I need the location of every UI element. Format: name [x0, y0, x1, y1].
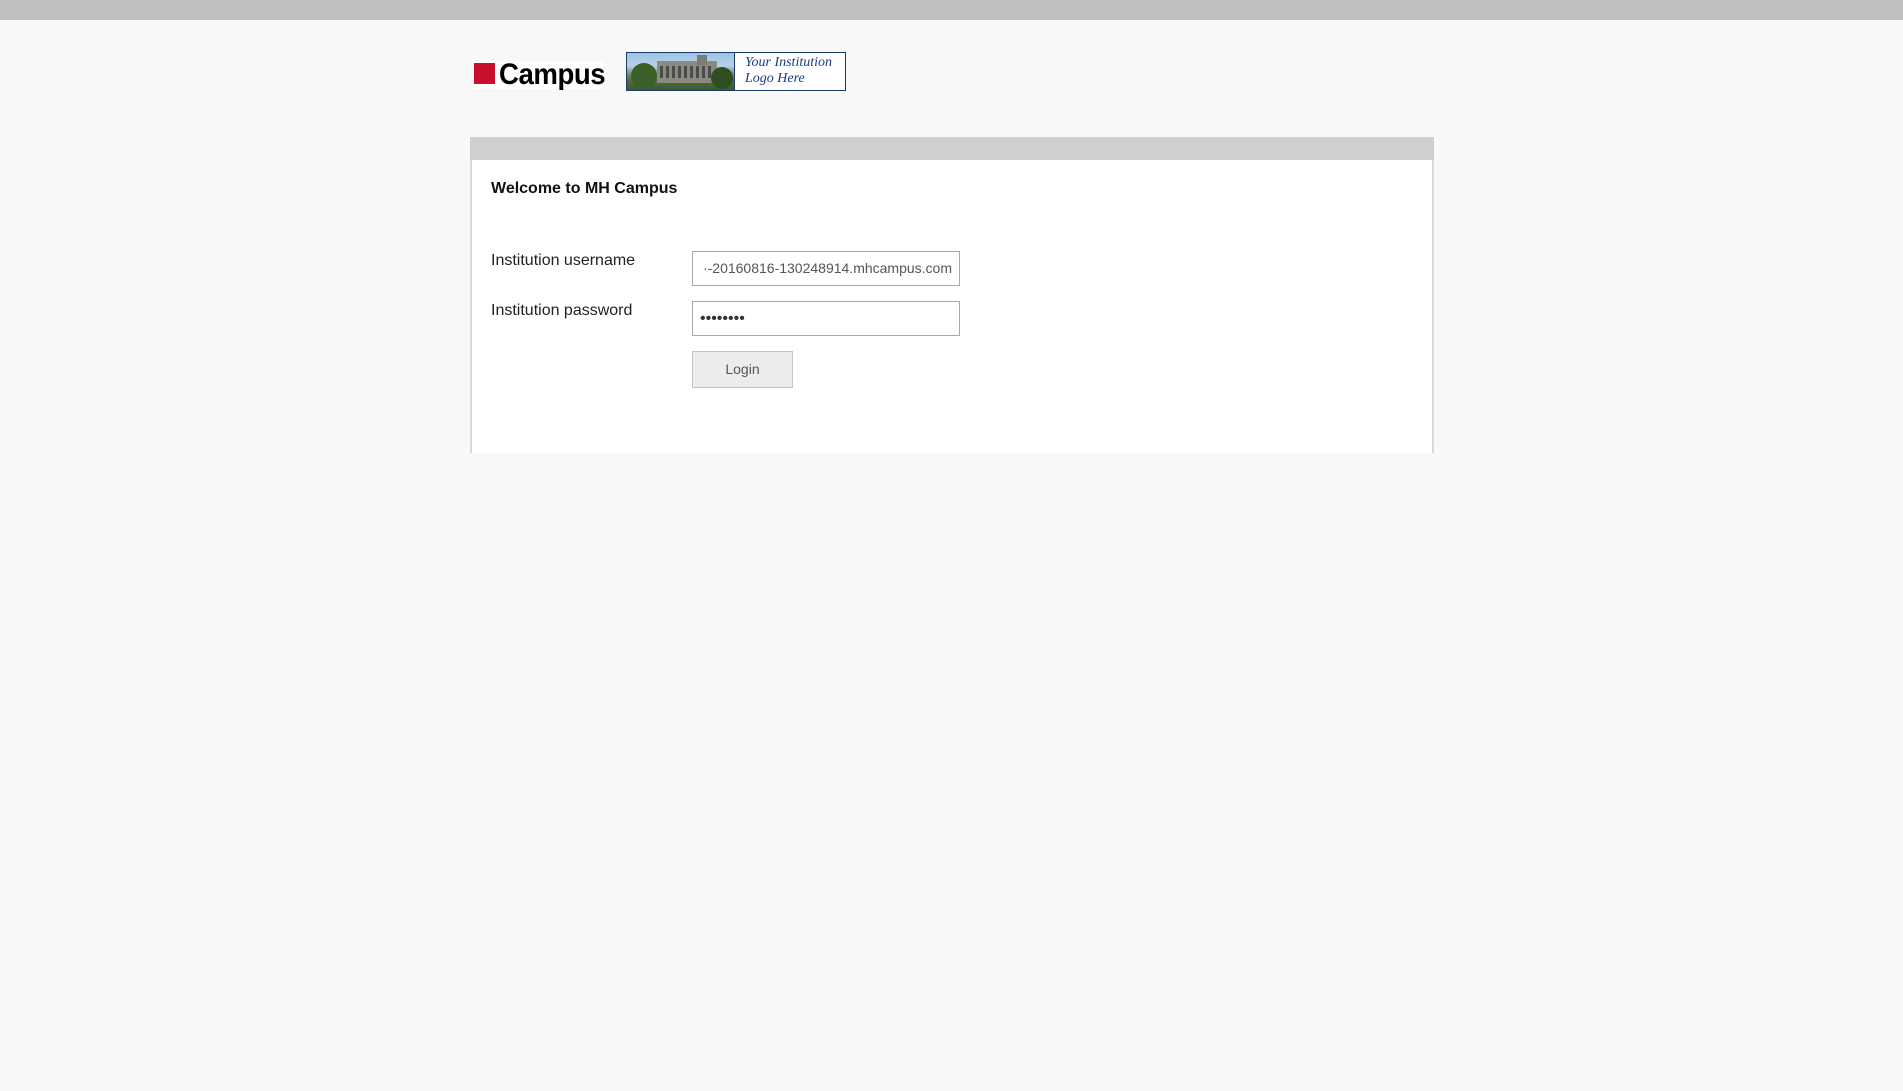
institution-logo-line2: Logo Here — [745, 71, 805, 86]
password-input[interactable]: •••••••• — [692, 301, 960, 336]
login-button[interactable]: Login — [692, 351, 793, 388]
institution-logo-text: Your Institution Logo Here — [745, 55, 832, 87]
mcgraw-hill-logo-icon — [474, 63, 495, 84]
password-label: Institution password — [491, 302, 633, 319]
username-label: Institution username — [491, 252, 636, 269]
login-panel-header — [470, 137, 1434, 160]
campus-logo-text: Campus — [499, 58, 606, 91]
institution-logo[interactable]: Your Institution Logo Here — [626, 52, 846, 91]
username-input[interactable]: ·-20160816-130248914.mhcampus.com — [692, 251, 960, 286]
header-logos: Campus Your Institution Logo Here — [473, 52, 873, 92]
campus-building-photo-icon — [627, 53, 735, 90]
welcome-heading: Welcome to MH Campus — [491, 180, 678, 197]
mh-campus-logo[interactable]: Campus — [473, 58, 606, 91]
institution-logo-line1: Your Institution — [745, 55, 833, 70]
top-bar — [0, 0, 1903, 20]
login-panel: Welcome to MH Campus Institution usernam… — [470, 137, 1434, 453]
